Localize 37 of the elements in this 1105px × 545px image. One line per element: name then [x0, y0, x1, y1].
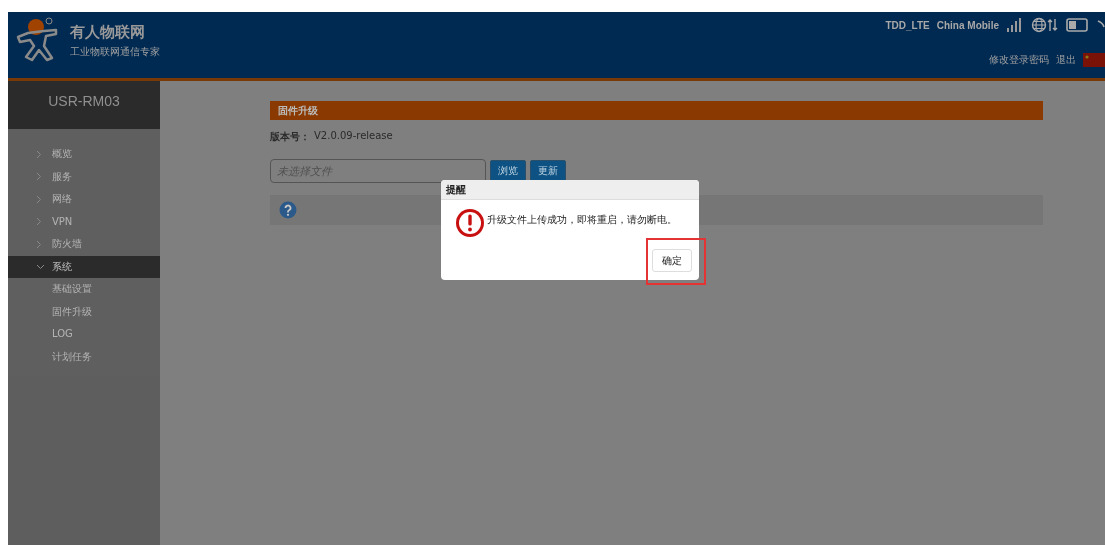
chevron-down-icon	[36, 263, 45, 270]
menu-item[interactable]: 系统	[8, 255, 160, 278]
dialog-title: 提醒	[441, 180, 699, 200]
submenu-item[interactable]: 基础设置	[8, 278, 160, 301]
help-icon[interactable]	[279, 201, 297, 219]
submenu-item[interactable]: 计划任务	[8, 345, 160, 368]
chevron-right-icon	[36, 149, 42, 159]
header-link[interactable]: 修改登录密码	[989, 53, 1049, 67]
menu-item[interactable]: 概览	[8, 143, 160, 166]
menu-item[interactable]: 网络	[8, 188, 160, 211]
version-value: V2.0.09-release	[314, 130, 393, 143]
chevron-right-icon	[36, 217, 42, 227]
carrier-name: China Mobile	[936, 19, 999, 31]
network-type: TDD_LTE	[885, 19, 930, 31]
confirm-button[interactable]: 确定	[652, 249, 692, 272]
section-title: 固件升级	[270, 101, 1043, 120]
action-button[interactable]: 浏览	[490, 160, 526, 182]
menu-item[interactable]: 防火墙	[8, 233, 160, 256]
globe-icon	[1031, 17, 1059, 33]
submenu-item[interactable]: 固件升级	[8, 300, 160, 323]
battery-icon	[1066, 17, 1090, 33]
chevron-right-icon	[36, 172, 42, 182]
device-name: USR-RM03	[8, 81, 160, 129]
submenu-item[interactable]: LOG	[8, 323, 160, 346]
highlight-frame	[646, 238, 706, 285]
brand-name: 有人物联网	[70, 23, 146, 42]
brand-tagline: 工业物联网通信专家	[70, 45, 160, 59]
action-button[interactable]: 更新	[530, 160, 566, 182]
dialog-message: 升级文件上传成功，即将重启，请勿断电。	[487, 213, 677, 227]
menu-item[interactable]: VPN	[8, 210, 160, 233]
warning-icon	[455, 208, 485, 238]
signal-icon	[1006, 17, 1024, 33]
header-link[interactable]: 退出	[1056, 53, 1076, 67]
chevron-right-icon	[36, 239, 42, 249]
version-label: 版本号：	[270, 130, 310, 144]
menu-item[interactable]: 服务	[8, 165, 160, 188]
chevron-right-icon	[36, 194, 42, 204]
